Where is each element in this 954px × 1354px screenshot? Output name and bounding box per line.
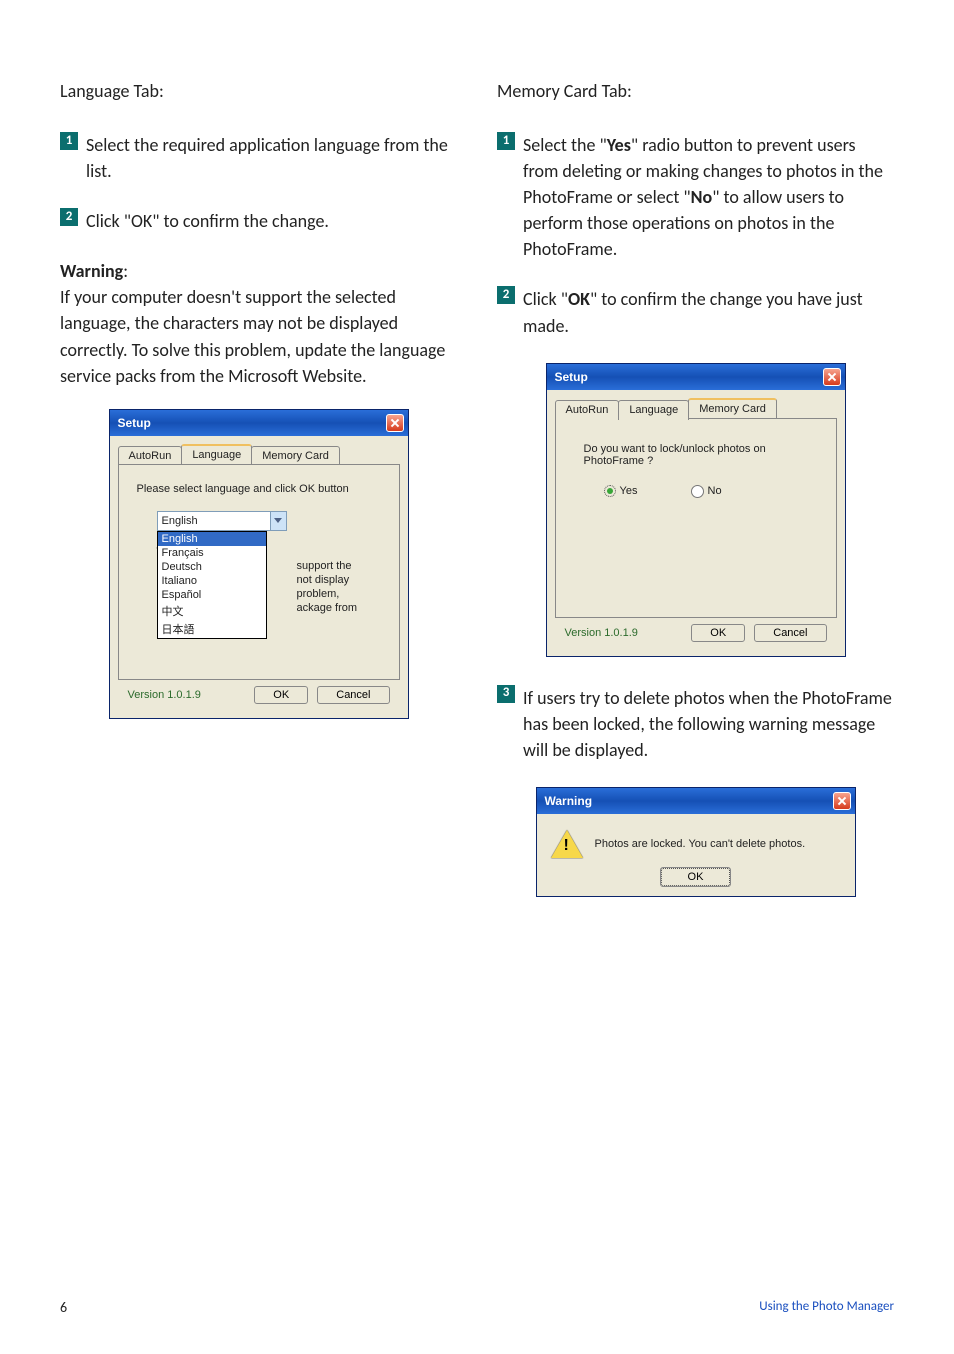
tab-autorun[interactable]: AutoRun [118,446,183,466]
list-item[interactable]: Français [158,546,266,560]
warning-icon: ! [551,828,583,860]
dialog-tabs: AutoRun Language Memory Card [555,398,837,418]
list-item[interactable]: English [158,532,266,546]
version-label: Version 1.0.1.9 [565,627,638,639]
radio-selected-icon [604,485,616,497]
radio-unselected-icon [691,485,704,498]
lock-question: Do you want to lock/unlock photos on Pho… [584,443,818,467]
list-item[interactable]: Deutsch [158,560,266,574]
truncated-text: problem, [297,587,358,601]
dialog-title: Setup [118,416,151,430]
list-item[interactable]: 中文 [158,602,266,620]
setup-memorycard-dialog: Setup AutoRun Language Memory Card Do yo… [546,363,846,657]
ok-button[interactable]: OK [254,686,308,704]
dialog-titlebar: Warning [537,788,855,814]
list-item[interactable]: Español [158,588,266,602]
tab-memory-card[interactable]: Memory Card [251,446,340,466]
left-step-1: 1 Select the required application langua… [60,132,457,184]
right-step-3: 3 If users try to delete photos when the… [497,685,894,763]
truncated-text: ackage from [297,601,358,615]
close-icon[interactable] [386,414,404,432]
radio-yes[interactable]: Yes [604,485,641,497]
truncated-text: not display [297,573,358,587]
right-step-3-text: If users try to delete photos when the P… [523,685,894,763]
close-icon[interactable] [833,792,851,810]
truncated-text: support the [297,559,358,573]
tab-language[interactable]: Language [618,400,689,420]
language-dropdown-value: English [158,515,270,527]
list-item[interactable]: Italiano [158,574,266,588]
warning-label: Warning [60,260,123,282]
dialog-titlebar: Setup [547,364,845,390]
right-heading: Memory Card Tab: [497,80,894,102]
cancel-button[interactable]: Cancel [754,624,826,642]
right-step-2-text: Click "OK" to confirm the change you hav… [523,286,894,338]
dialog-title: Warning [545,794,593,808]
step-marker-2: 2 [60,208,78,226]
step-marker-1: 1 [60,132,78,150]
language-dropdown[interactable]: English [157,511,287,531]
cancel-button[interactable]: Cancel [317,686,389,704]
lang-instruction: Please select language and click OK butt… [137,483,381,495]
left-step-1-text: Select the required application language… [86,132,457,184]
version-label: Version 1.0.1.9 [128,689,201,701]
step-marker-3: 3 [497,685,515,703]
warning-dialog: Warning ! Photos are locked. You can't d… [536,787,856,897]
ok-button[interactable]: OK [661,868,731,886]
left-step-2: 2 Click "OK" to confirm the change. [60,208,457,234]
list-item[interactable]: 日本語 [158,620,266,638]
language-listbox[interactable]: English Français Deutsch Italiano Españo… [157,531,267,639]
dialog-title: Setup [555,370,588,384]
ok-button[interactable]: OK [691,624,745,642]
dialog-tabs: AutoRun Language Memory Card [118,444,400,464]
setup-language-dialog: Setup AutoRun Language Memory Card Pleas… [109,409,409,719]
right-step-2: 2 Click "OK" to confirm the change you h… [497,286,894,338]
page-number: 6 [60,1299,67,1316]
footer-link[interactable]: Using the Photo Manager [759,1299,894,1316]
step-marker-2: 2 [497,286,515,304]
warning-body-text: If your computer doesn't support the sel… [60,286,445,386]
page-footer: 6 Using the Photo Manager [60,1299,894,1316]
left-step-2-text: Click "OK" to confirm the change. [86,208,457,234]
close-icon[interactable] [823,368,841,386]
tab-language[interactable]: Language [181,444,252,464]
tab-autorun[interactable]: AutoRun [555,400,620,420]
radio-no[interactable]: No [691,485,722,497]
left-heading: Language Tab: [60,80,457,102]
step-marker-1: 1 [497,132,515,150]
right-step-1: 1 Select the "Yes" radio button to preve… [497,132,894,262]
tab-memory-card[interactable]: Memory Card [688,398,777,418]
right-step-1-text: Select the "Yes" radio button to prevent… [523,132,894,262]
warning-block: Warning: If your computer doesn't suppor… [60,258,457,388]
warning-message: Photos are locked. You can't delete phot… [595,838,806,850]
dialog-titlebar: Setup [110,410,408,436]
chevron-down-icon[interactable] [270,512,286,530]
